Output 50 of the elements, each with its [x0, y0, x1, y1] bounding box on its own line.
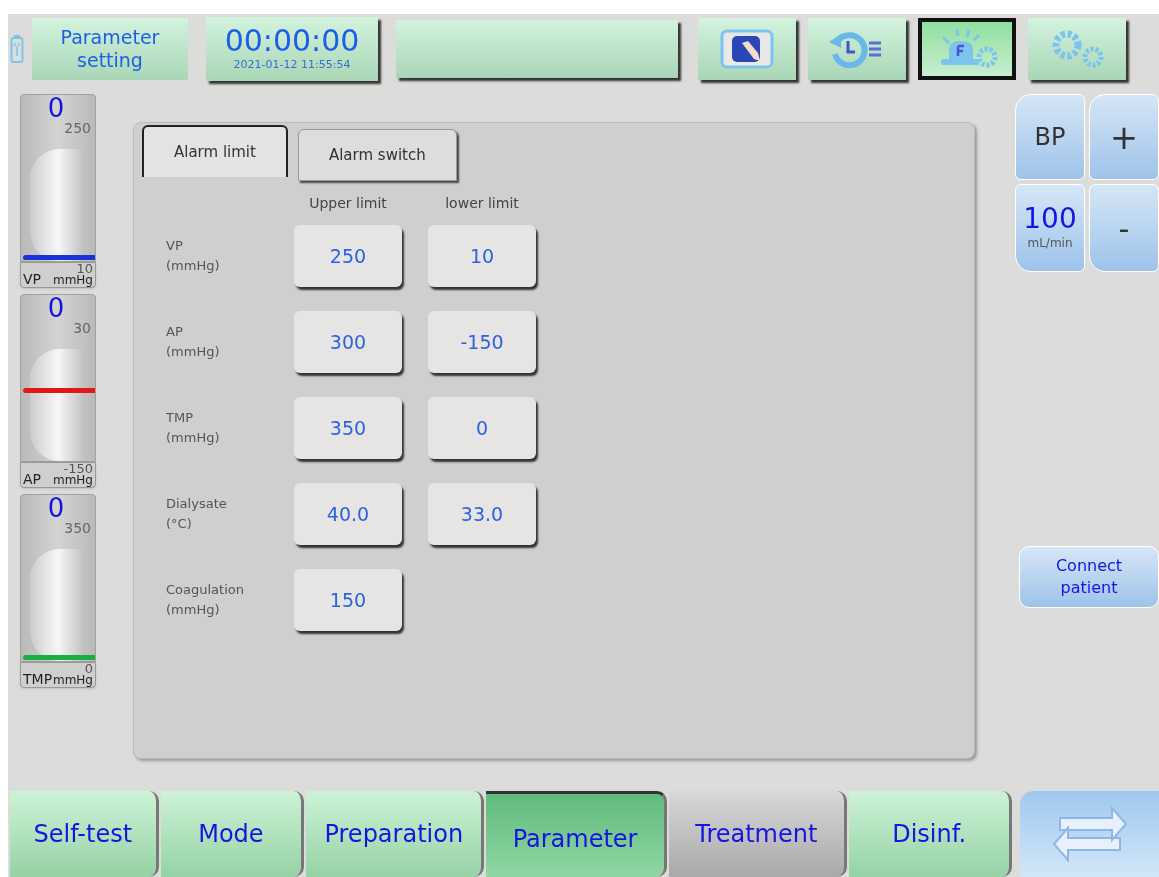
gauge-min-scale: 10: [76, 263, 93, 274]
battery-plug-icon: [10, 34, 24, 64]
panel-tab[interactable]: Alarm limit: [142, 125, 288, 177]
lower-limit-button[interactable]: 10: [428, 225, 536, 287]
nav-tab[interactable]: Disinf.: [848, 791, 1013, 877]
upper-limit-button[interactable]: 40.0: [294, 483, 402, 545]
lower-limit-button[interactable]: 0: [428, 397, 536, 459]
parameter-name: Dialysate: [166, 495, 228, 513]
lower-limit-button[interactable]: 33.0: [428, 483, 536, 545]
hand-icon: [720, 29, 774, 69]
parameter-unit: (°C): [166, 515, 193, 533]
panel-tab[interactable]: Alarm switch: [297, 129, 457, 181]
upper-limit-button[interactable]: 250: [294, 225, 402, 287]
switch-button[interactable]: [1020, 791, 1159, 877]
decrease-button[interactable]: -: [1089, 184, 1159, 272]
parameter-name: TMP: [166, 409, 194, 427]
increase-button[interactable]: +: [1089, 94, 1159, 180]
lower-limit-button[interactable]: -150: [428, 311, 536, 373]
nav-tab[interactable]: Self-test: [10, 791, 159, 877]
parameter-unit: (mmHg): [166, 601, 221, 619]
gauge-max-scale: 350: [64, 521, 91, 535]
toolbar-button[interactable]: [918, 18, 1016, 80]
nav-tab[interactable]: Mode: [160, 791, 305, 877]
upper-limit-button[interactable]: 350: [294, 397, 402, 459]
connect-patient-button[interactable]: Connect patient: [1019, 546, 1159, 608]
upper-limit-button[interactable]: 300: [294, 311, 402, 373]
parameter-name: VP: [166, 237, 184, 255]
parameter-unit: (mmHg): [166, 429, 221, 447]
gauge-value: 0: [47, 495, 65, 521]
parameter-unit: (mmHg): [166, 257, 221, 275]
pump-rate: 100 mL/min: [1015, 184, 1085, 272]
pump-label[interactable]: BP: [1015, 94, 1085, 180]
date-time: 2021-01-12 11:55:54: [233, 56, 351, 73]
nav-tab[interactable]: Parameter: [486, 791, 667, 877]
parameter-unit: (mmHg): [166, 343, 221, 361]
toolbar-button[interactable]: [698, 18, 796, 80]
upper-limit-button[interactable]: 150: [294, 569, 402, 631]
gauge-value: 0: [47, 295, 65, 321]
gauge-max-scale: 30: [73, 321, 91, 335]
gauge-value: 0: [47, 95, 65, 121]
column-header: lower limit: [444, 194, 520, 213]
gauge-min-scale: 0: [84, 663, 93, 674]
nav-tab[interactable]: Preparation: [306, 791, 485, 877]
parameter-name: AP: [166, 323, 184, 341]
parameter-name: Coagulation: [166, 581, 245, 599]
column-header: Upper limit: [308, 194, 388, 213]
timer: 00:00:00: [224, 24, 360, 57]
screen-title: Parameter setting: [32, 18, 188, 80]
gauge-min-scale: -150: [63, 463, 93, 474]
gauge-max-scale: 250: [64, 121, 91, 135]
